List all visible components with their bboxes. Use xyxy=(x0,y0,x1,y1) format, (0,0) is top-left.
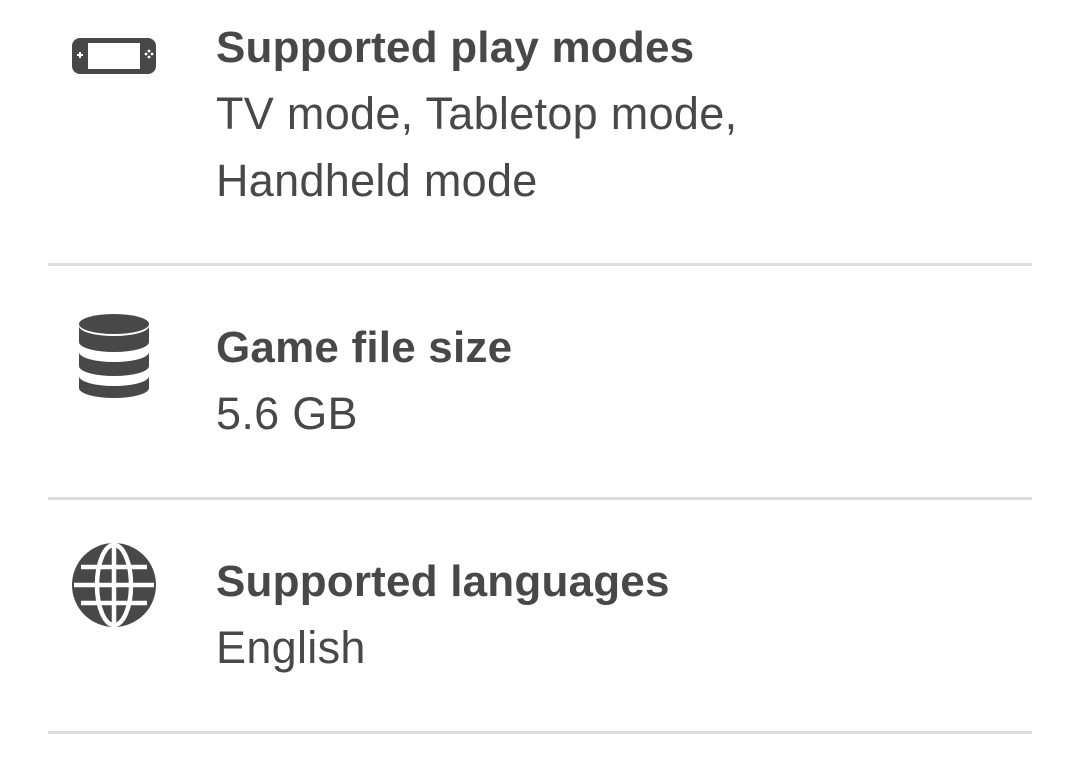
file-size-title: Game file size xyxy=(216,323,513,372)
languages-value: English xyxy=(216,622,366,673)
file-size-row: Game file size 5.6 GB xyxy=(48,266,1032,500)
play-modes-value: TV mode, Tabletop mode, Handheld mode xyxy=(216,80,1032,214)
play-modes-text: Supported play modes TV mode, Tabletop m… xyxy=(216,20,1032,214)
languages-text: Supported languages English xyxy=(216,554,1032,681)
handheld-console-icon xyxy=(70,34,158,78)
languages-title: Supported languages xyxy=(216,557,670,606)
play-modes-value-line-2: Handheld mode xyxy=(216,155,538,206)
play-modes-title: Supported play modes xyxy=(216,23,695,72)
play-modes-value-line-1: TV mode, Tabletop mode, xyxy=(216,88,738,139)
play-modes-row: Supported play modes TV mode, Tabletop m… xyxy=(48,0,1032,266)
languages-row: Supported languages English xyxy=(48,500,1032,734)
database-icon xyxy=(70,312,158,402)
file-size-text: Game file size 5.6 GB xyxy=(216,320,1032,447)
globe-icon xyxy=(70,540,158,630)
file-size-value: 5.6 GB xyxy=(216,388,358,439)
game-info-list: Supported play modes TV mode, Tabletop m… xyxy=(48,0,1032,734)
